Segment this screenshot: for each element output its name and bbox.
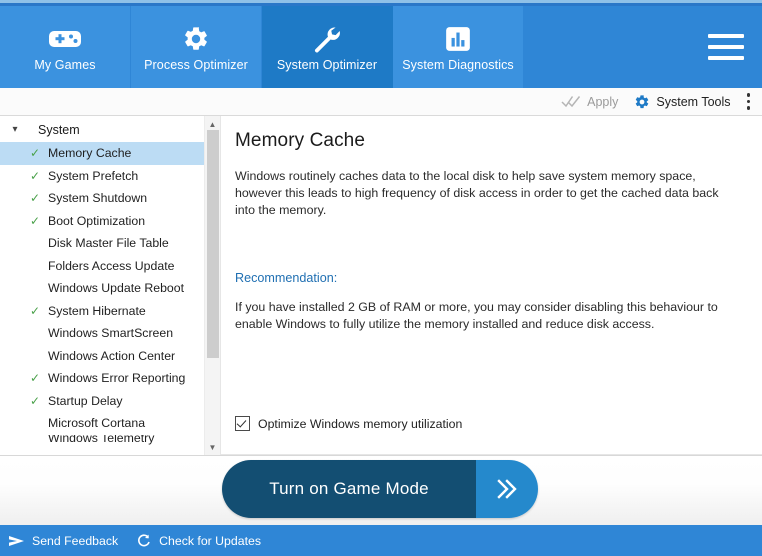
- check-icon: ✓: [30, 213, 41, 228]
- sidebar-item-boot-optimization[interactable]: ✓ Boot Optimization: [0, 210, 220, 233]
- tab-my-games[interactable]: My Games: [0, 6, 131, 88]
- check-for-updates-label: Check for Updates: [159, 533, 261, 548]
- kebab-dot: [746, 93, 750, 97]
- sidebar-scrollbar[interactable]: ▲ ▼: [204, 116, 220, 455]
- double-chevron-right-icon: [476, 460, 538, 518]
- apply-label: Apply: [587, 94, 619, 109]
- sidebar-item-label: Microsoft Cortana: [48, 416, 146, 431]
- sidebar-item-label: Memory Cache: [48, 146, 132, 161]
- secondary-toolbar: Apply System Tools: [0, 88, 762, 116]
- sidebar-item-windows-smartscreen[interactable]: Windows SmartScreen: [0, 322, 220, 345]
- sidebar-item-disk-master-file-table[interactable]: Disk Master File Table: [0, 232, 220, 255]
- system-tools-label: System Tools: [656, 94, 731, 109]
- recommendation-body: If you have installed 2 GB of RAM or mor…: [235, 300, 718, 331]
- check-icon: ✓: [30, 191, 41, 206]
- hamburger-bar: [708, 34, 744, 38]
- double-check-icon: [561, 95, 581, 108]
- hamburger-icon[interactable]: [708, 34, 744, 60]
- checkbox-checked-icon[interactable]: [235, 416, 250, 431]
- tab-label: Process Optimizer: [144, 58, 248, 72]
- recommendation-heading: Recommendation:: [235, 271, 338, 285]
- hamburger-bar: [708, 56, 744, 60]
- status-footer: Send Feedback Check for Updates: [0, 525, 762, 556]
- sidebar-item-windows-telemetry[interactable]: Windows Telemetry: [0, 435, 220, 446]
- sidebar-item-label: Windows Telemetry: [48, 434, 155, 445]
- refresh-icon: [136, 533, 152, 549]
- page-title: Memory Cache: [235, 130, 366, 151]
- sidebar-item-memory-cache[interactable]: ✓ Memory Cache: [0, 142, 220, 165]
- sidebar-item-label: Startup Delay: [48, 393, 123, 408]
- sidebar-item-windows-error-reporting[interactable]: ✓ Windows Error Reporting: [0, 367, 220, 390]
- application-window: My Games Process Optimizer System Optimi…: [0, 0, 762, 556]
- sidebar-item-label: Windows SmartScreen: [48, 326, 174, 341]
- system-tools-button[interactable]: System Tools: [634, 94, 731, 110]
- main-tab-bar: My Games Process Optimizer System Optimi…: [0, 6, 762, 88]
- sidebar-item-label: Folders Access Update: [48, 258, 175, 273]
- tab-system-optimizer[interactable]: System Optimizer: [262, 6, 393, 88]
- sidebar-item-folders-access-update[interactable]: Folders Access Update: [0, 255, 220, 278]
- kebab-dot: [746, 99, 750, 104]
- kebab-dot: [746, 106, 750, 110]
- check-icon: ✓: [30, 393, 41, 408]
- tab-system-diagnostics[interactable]: System Diagnostics: [393, 6, 524, 88]
- sidebar-item-system-prefetch[interactable]: ✓ System Prefetch: [0, 165, 220, 188]
- turn-on-game-mode-button[interactable]: Turn on Game Mode: [222, 460, 538, 518]
- optimize-option-label: Optimize Windows memory utilization: [258, 416, 463, 431]
- sidebar-item-label: Windows Error Reporting: [48, 371, 186, 386]
- sidebar-item-system-hibernate[interactable]: ✓ System Hibernate: [0, 300, 220, 323]
- sidebar-group-header[interactable]: ▾ System: [0, 119, 220, 141]
- tab-label: System Diagnostics: [402, 58, 514, 72]
- sidebar-item-windows-action-center[interactable]: Windows Action Center: [0, 345, 220, 368]
- send-arrow-icon: [8, 534, 25, 548]
- gamepad-icon: [48, 22, 82, 56]
- gear-icon: [182, 22, 210, 56]
- check-icon: ✓: [30, 146, 41, 161]
- sidebar-item-system-shutdown[interactable]: ✓ System Shutdown: [0, 187, 220, 210]
- apply-button[interactable]: Apply: [561, 95, 618, 109]
- sidebar-item-list: ✓ Memory Cache ✓ System Prefetch ✓ Syste…: [0, 142, 220, 446]
- send-feedback-button[interactable]: Send Feedback: [8, 534, 118, 548]
- tab-process-optimizer[interactable]: Process Optimizer: [131, 6, 262, 88]
- optimize-option-row[interactable]: Optimize Windows memory utilization: [235, 416, 462, 431]
- sidebar-item-label: System Hibernate: [48, 303, 146, 318]
- sidebar-group-label: System: [38, 123, 80, 137]
- optimization-list-sidebar: ▾ System ✓ Memory Cache ✓ System Prefetc…: [0, 116, 220, 455]
- sidebar-item-label: Boot Optimization: [48, 213, 146, 228]
- chevron-down-icon[interactable]: ▼: [205, 439, 220, 455]
- tab-label: My Games: [34, 58, 96, 72]
- detail-panel: Memory Cache Windows routinely caches da…: [220, 116, 762, 455]
- wrench-icon: [312, 22, 342, 56]
- sidebar-item-label: Windows Action Center: [48, 348, 176, 363]
- tab-label: System Optimizer: [276, 58, 378, 72]
- check-for-updates-button[interactable]: Check for Updates: [136, 533, 261, 549]
- send-feedback-label: Send Feedback: [32, 533, 119, 548]
- scrollbar-thumb[interactable]: [207, 130, 219, 358]
- check-icon: ✓: [30, 168, 41, 183]
- sidebar-item-label: Disk Master File Table: [48, 236, 169, 251]
- sidebar-item-label: Windows Update Reboot: [48, 281, 185, 296]
- sidebar-item-label: System Prefetch: [48, 168, 139, 183]
- sidebar-item-windows-update-reboot[interactable]: Windows Update Reboot: [0, 277, 220, 300]
- check-icon: ✓: [30, 371, 41, 386]
- game-mode-label: Turn on Game Mode: [269, 479, 429, 498]
- content-area: ▾ System ✓ Memory Cache ✓ System Prefetc…: [0, 116, 762, 455]
- sidebar-item-startup-delay[interactable]: ✓ Startup Delay: [0, 390, 220, 413]
- game-mode-main: Turn on Game Mode: [222, 460, 476, 518]
- chevron-down-icon: ▾: [12, 124, 18, 135]
- sidebar-item-label: System Shutdown: [48, 191, 148, 206]
- sidebar-item-microsoft-cortana[interactable]: Microsoft Cortana: [0, 412, 220, 435]
- detail-description: Windows routinely caches data to the loc…: [235, 169, 719, 217]
- hamburger-bar: [708, 45, 744, 49]
- action-bar: Turn on Game Mode: [0, 455, 762, 525]
- check-icon: ✓: [30, 303, 41, 318]
- bar-chart-icon: [444, 22, 472, 56]
- gear-icon: [634, 94, 650, 110]
- kebab-menu-icon[interactable]: [746, 93, 750, 110]
